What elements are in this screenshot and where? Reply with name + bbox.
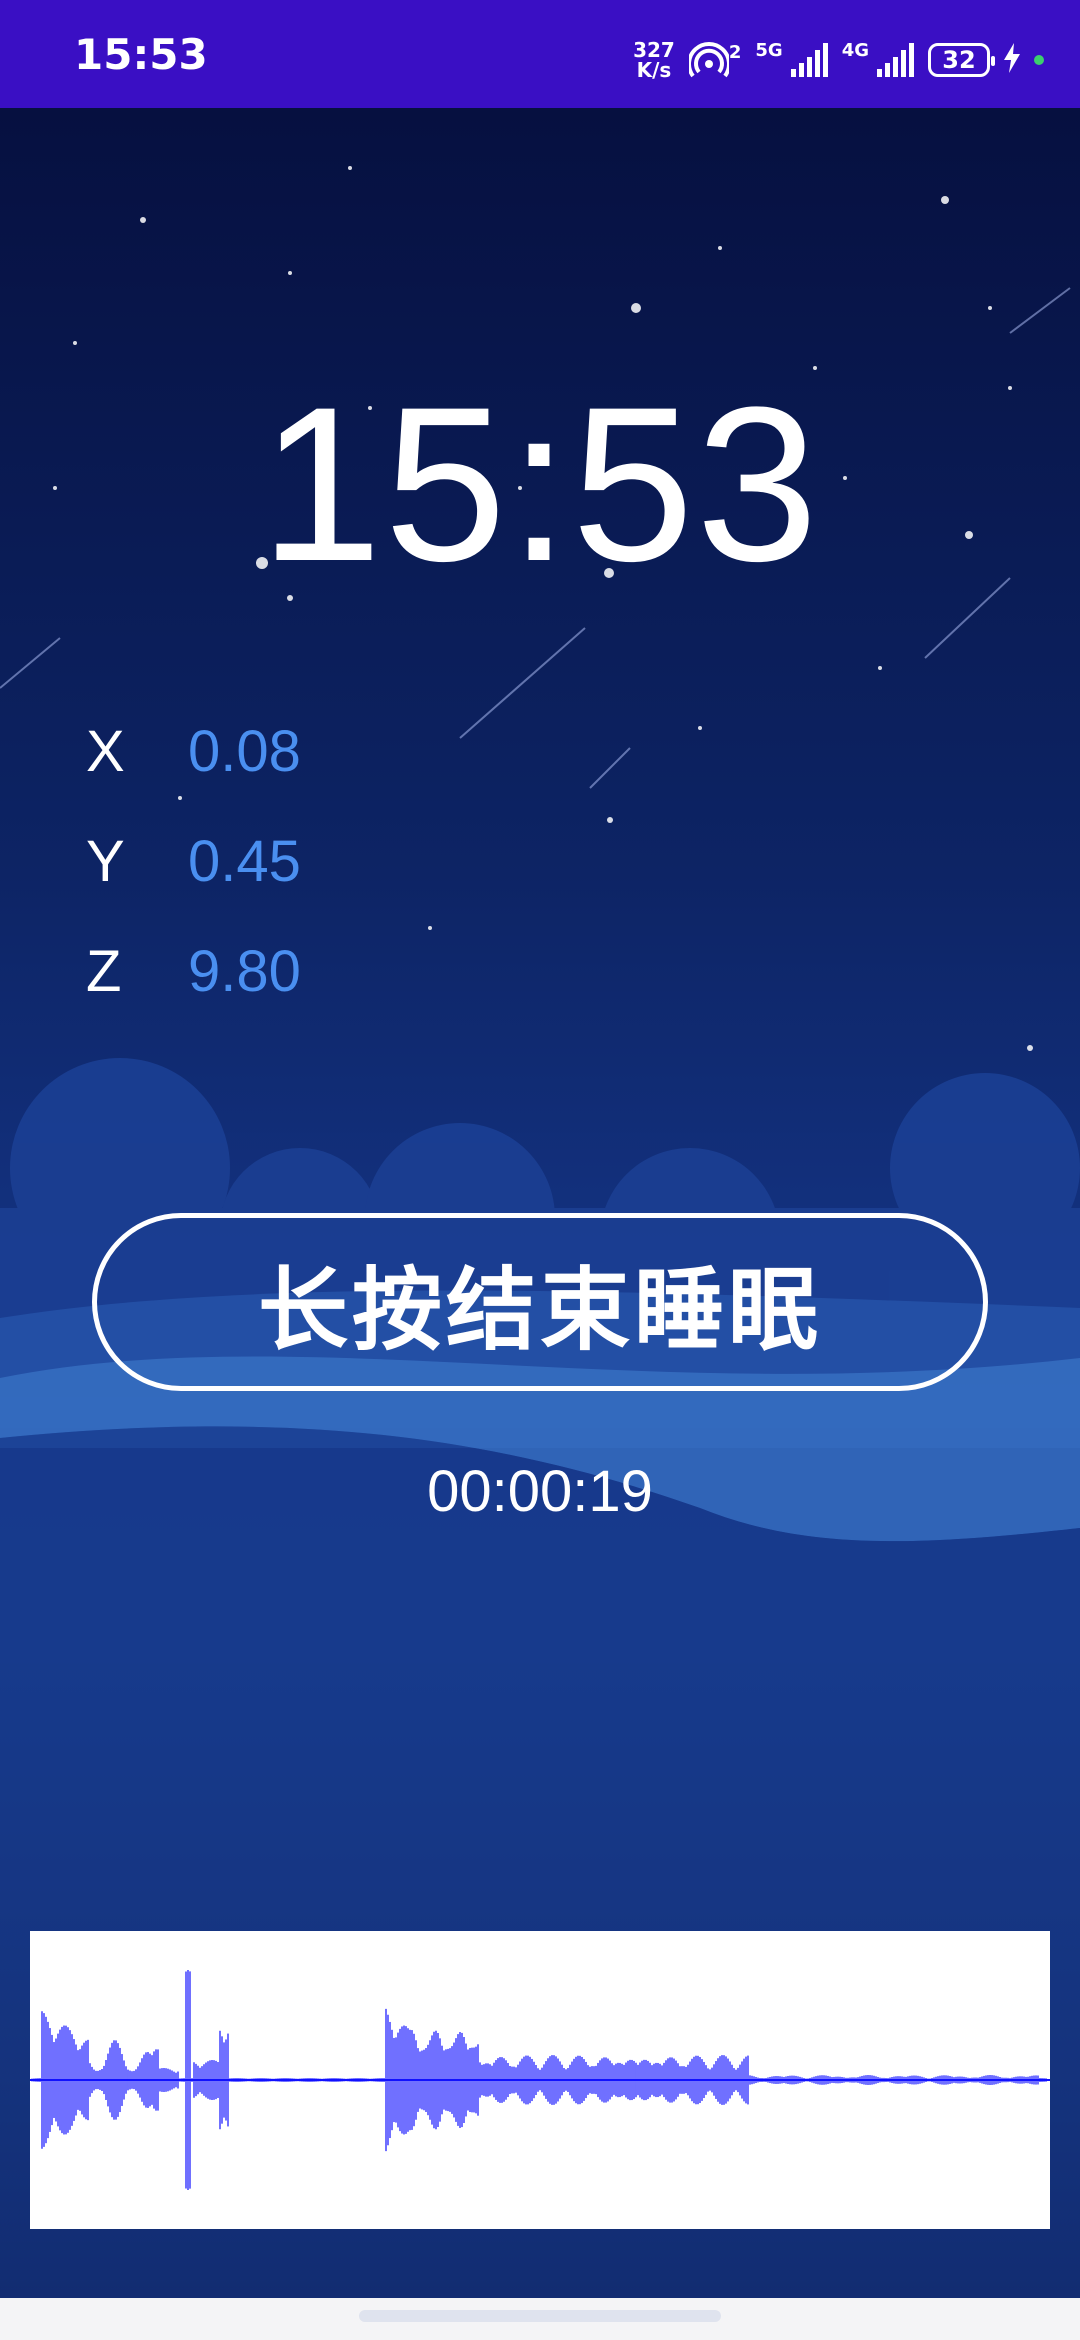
axis-value: 0.45 (188, 829, 301, 894)
sim1-network-label: 5G (755, 39, 783, 61)
axis-label: Y (86, 829, 125, 894)
axis-value: 9.80 (188, 939, 301, 1004)
network-speed: 327 K/s (633, 40, 675, 80)
axis-label: X (86, 719, 125, 784)
status-icons: 327 K/s 2 5G 4G 32 (633, 30, 1044, 90)
sim2-network-label: 4G (841, 39, 869, 61)
accelerometer-row-y: Y 0.45 (86, 828, 301, 895)
status-time: 15:53 (74, 30, 208, 79)
hotspot-badge: 2 (728, 42, 742, 63)
axis-label: Z (86, 939, 122, 1004)
status-bar: 15:53 327 K/s 2 5G 4G 32 (0, 0, 1080, 108)
audio-waveform (30, 1931, 1050, 2229)
current-time: 15:53 (259, 361, 821, 607)
waveform-graph (30, 1970, 1050, 2190)
charging-icon (1004, 43, 1020, 77)
battery-level: 32 (942, 46, 976, 74)
axis-value: 0.08 (188, 719, 301, 784)
night-sky-background: 15:53 X 0.08 Y 0.45 Z 9.80 长按结束睡眠 00:00:… (0, 108, 1080, 2298)
navigation-bar (0, 2298, 1080, 2340)
accelerometer-row-z: Z 9.80 (86, 938, 301, 1005)
network-speed-value: 327 (633, 38, 675, 62)
hotspot-icon: 2 (688, 42, 742, 78)
battery-icon: 32 (928, 43, 995, 77)
signal-icon (877, 43, 914, 77)
signal-icon (790, 43, 828, 77)
network-speed-unit: K/s (636, 58, 672, 82)
home-gesture-handle[interactable] (359, 2310, 721, 2322)
privacy-indicator-icon (1034, 55, 1044, 65)
elapsed-timer: 00:00:19 (427, 1459, 653, 1524)
accelerometer-row-x: X 0.08 (86, 718, 301, 785)
end-sleep-button[interactable]: 长按结束睡眠 (92, 1213, 988, 1391)
